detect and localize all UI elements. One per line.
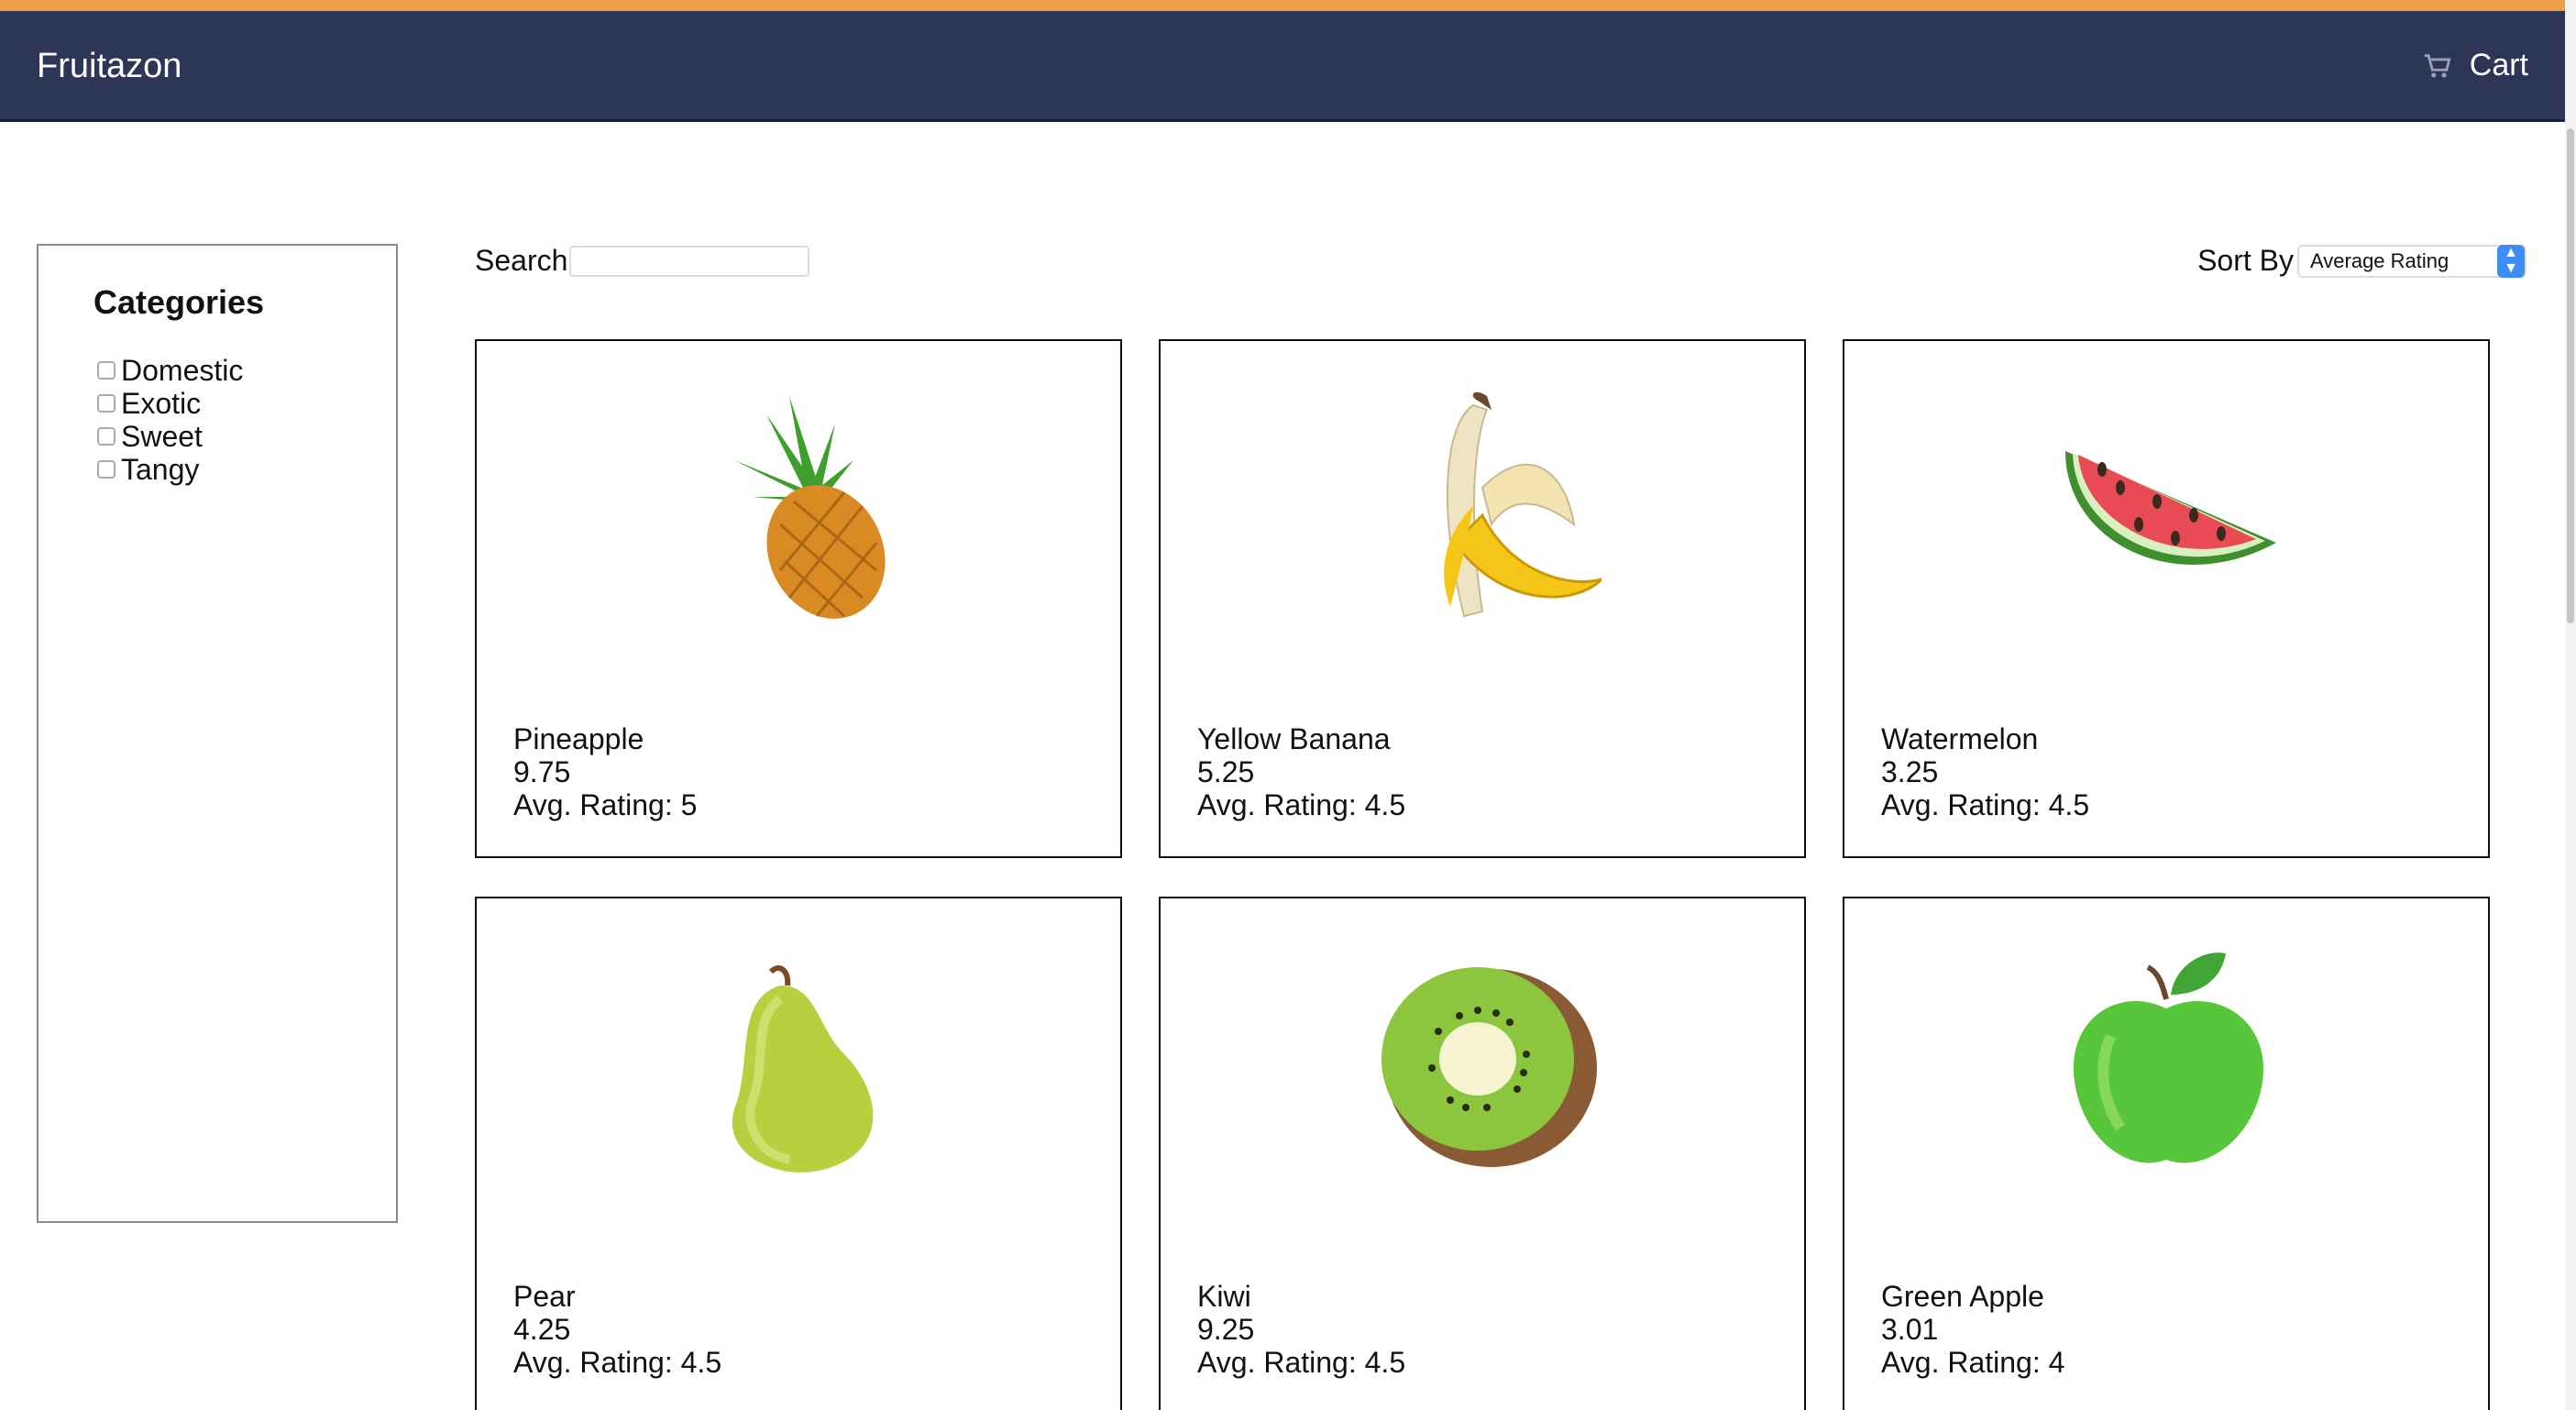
category-label: Exotic (121, 387, 202, 420)
domestic-checkbox[interactable] (97, 361, 116, 380)
sort-select[interactable]: Average Rating ▲ ▼ (2297, 244, 2526, 278)
product-name: Pineapple (513, 722, 644, 755)
product-info: Kiwi 9.25 Avg. Rating: 4.5 (1197, 1280, 1405, 1379)
product-rating: Avg. Rating: 4.5 (1197, 1346, 1406, 1379)
sort-selected-value: Average Rating (2310, 248, 2449, 272)
product-info: Yellow Banana 5.25 Avg. Rating: 4.5 (1197, 722, 1405, 821)
product-card[interactable]: Pear 4.25 Avg. Rating: 4.5 (475, 897, 1122, 1410)
page-scrollbar[interactable] (2565, 0, 2576, 1410)
category-label: Tangy (121, 453, 200, 486)
product-rating: Avg. Rating: 4.5 (1881, 788, 2090, 821)
page: Fruitazon Cart Categories Domestic Exoti… (0, 0, 2576, 1410)
top-accent-bar (0, 0, 2565, 11)
product-info: Green Apple 3.01 Avg. Rating: 4 (1881, 1280, 2064, 1379)
product-info: Watermelon 3.25 Avg. Rating: 4.5 (1881, 722, 2089, 821)
product-name: Watermelon (1881, 722, 2039, 755)
kiwi-icon (1382, 967, 1597, 1167)
product-rating: Avg. Rating: 4 (1881, 1346, 2065, 1379)
category-label: Domestic (121, 354, 244, 387)
product-price: 3.01 (1881, 1313, 1939, 1346)
product-info: Pineapple 9.75 Avg. Rating: 5 (513, 722, 697, 821)
category-item-sweet[interactable]: Sweet (97, 420, 243, 453)
brand-logo[interactable]: Fruitazon (37, 46, 182, 86)
banana-icon (1444, 391, 1602, 618)
product-card[interactable]: Watermelon 3.25 Avg. Rating: 4.5 (1843, 339, 2490, 858)
product-rating: Avg. Rating: 5 (513, 788, 698, 821)
product-price: 5.25 (1197, 755, 1255, 788)
product-price: 9.75 (513, 755, 571, 788)
sweet-checkbox[interactable] (97, 427, 116, 446)
cart-icon (2424, 53, 2451, 77)
product-card[interactable]: Kiwi 9.25 Avg. Rating: 4.5 (1159, 897, 1806, 1410)
product-card[interactable]: Pineapple 9.75 Avg. Rating: 5 (475, 339, 1122, 858)
watermelon-icon (2065, 451, 2276, 565)
tangy-checkbox[interactable] (97, 460, 116, 479)
category-item-exotic[interactable]: Exotic (97, 387, 243, 420)
sort-control: Sort By Average Rating ▲ ▼ (2197, 244, 2526, 278)
category-label: Sweet (121, 420, 203, 453)
search-bar: Search (475, 244, 810, 278)
select-updown-icon: ▲ ▼ (2497, 244, 2525, 278)
navbar: Fruitazon Cart (0, 11, 2565, 122)
product-name: Yellow Banana (1197, 722, 1391, 755)
product-card[interactable]: Green Apple 3.01 Avg. Rating: 4 (1843, 897, 2490, 1410)
search-input[interactable] (569, 245, 810, 277)
product-price: 3.25 (1881, 755, 1939, 788)
product-info: Pear 4.25 Avg. Rating: 4.5 (513, 1280, 721, 1379)
categories-title: Categories (94, 283, 265, 321)
cart-label: Cart (2469, 48, 2528, 83)
product-name: Green Apple (1881, 1280, 2044, 1313)
product-card[interactable]: Yellow Banana 5.25 Avg. Rating: 4.5 (1159, 339, 1806, 858)
pear-icon (732, 965, 874, 1173)
categories-sidebar: Categories Domestic Exotic Sweet Tangy (37, 244, 398, 1223)
product-name: Pear (513, 1280, 576, 1313)
product-name: Kiwi (1197, 1280, 1251, 1313)
pineapple-icon (734, 396, 886, 619)
product-price: 9.25 (1197, 1313, 1255, 1346)
category-item-tangy[interactable]: Tangy (97, 453, 243, 486)
category-list: Domestic Exotic Sweet Tangy (97, 354, 243, 486)
green-apple-icon (2073, 953, 2264, 1163)
search-label: Search (475, 244, 568, 277)
product-price: 4.25 (513, 1313, 571, 1346)
cart-button[interactable]: Cart (2422, 48, 2528, 83)
product-rating: Avg. Rating: 4.5 (1197, 788, 1406, 821)
sort-label: Sort By (2197, 244, 2294, 277)
product-rating: Avg. Rating: 4.5 (513, 1346, 722, 1379)
category-item-domestic[interactable]: Domestic (97, 354, 243, 387)
exotic-checkbox[interactable] (97, 394, 116, 413)
scrollbar-thumb[interactable] (2567, 128, 2574, 623)
